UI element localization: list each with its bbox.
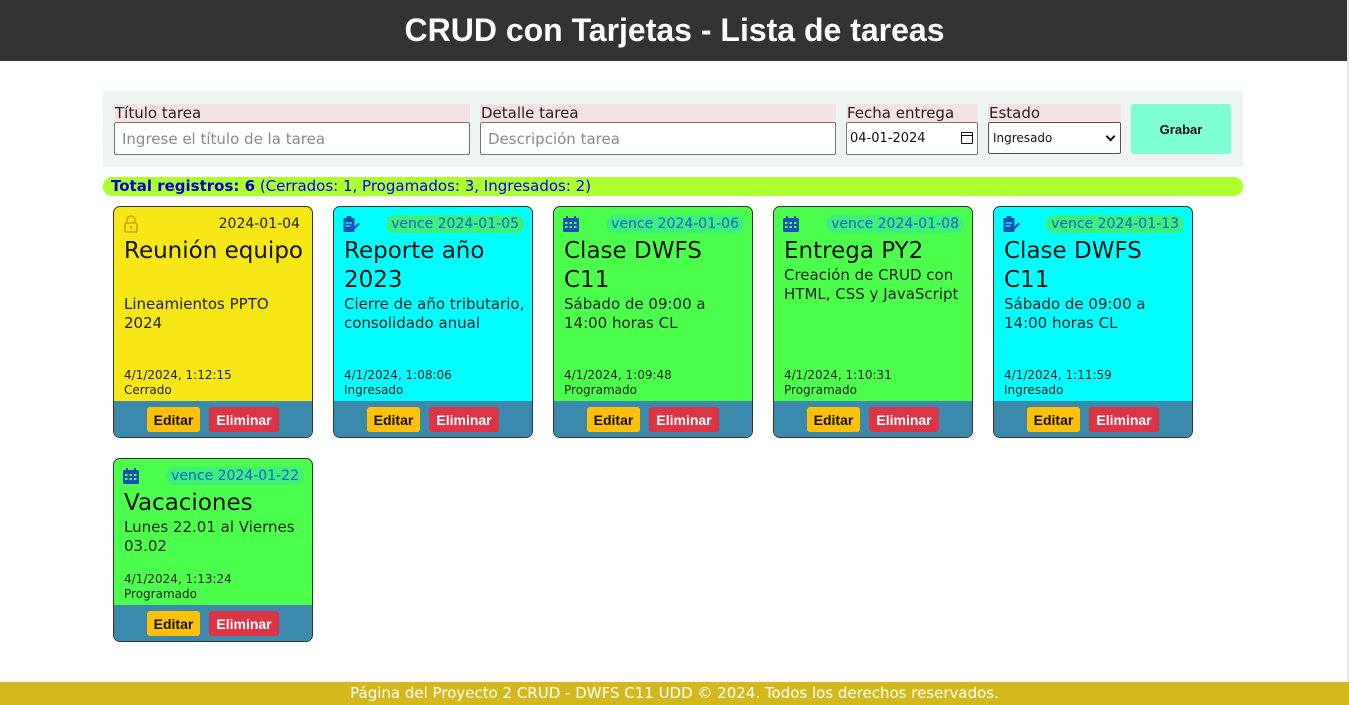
card-actions: Editar Eliminar: [774, 401, 972, 437]
status-select[interactable]: Ingresado: [988, 122, 1121, 154]
card-actions: Editar Eliminar: [554, 401, 752, 437]
clipboard-edit-icon: [1003, 216, 1020, 232]
date-label: Fecha entrega: [846, 104, 978, 122]
card-actions: Editar Eliminar: [334, 401, 532, 437]
task-title: Vacaciones: [124, 490, 253, 516]
clipboard-edit-icon: [343, 216, 360, 232]
date-value: 04-01-2024: [850, 131, 926, 146]
delete-button[interactable]: Eliminar: [209, 611, 279, 636]
task-status: Programado: [564, 383, 637, 397]
delete-button[interactable]: Eliminar: [429, 407, 499, 432]
status-field-group: Estado Ingresado: [988, 104, 1121, 154]
task-title: Reunión equipo: [124, 238, 303, 264]
card-actions: Editar Eliminar: [114, 605, 312, 641]
due-badge: vence 2024-01-22: [166, 467, 304, 485]
page-footer: Página del Proyecto 2 CRUD - DWFS C11 UD…: [0, 682, 1349, 705]
detail-input[interactable]: [480, 122, 836, 155]
total-records: Total registros: 6: [111, 177, 256, 195]
card-actions: Editar Eliminar: [114, 401, 312, 437]
task-detail: Sábado de 09:00 a 14:00 horas CL: [1004, 295, 1146, 332]
status-label: Estado: [988, 104, 1121, 122]
page-title: CRUD con Tarjetas - Lista de tareas: [404, 12, 945, 48]
due-badge: vence 2024-01-06: [606, 215, 744, 233]
title-label: Título tarea: [114, 104, 470, 122]
task-card: 2024-01-04 Reunión equipo Lineamientos P…: [113, 206, 313, 438]
task-status: Programado: [784, 383, 857, 397]
edit-button[interactable]: Editar: [587, 407, 640, 432]
task-status: Ingresado: [344, 383, 404, 397]
date-input[interactable]: 04-01-2024: [846, 122, 978, 155]
title-input[interactable]: [114, 122, 470, 155]
task-detail: Sábado de 09:00 a 14:00 horas CL: [564, 295, 706, 332]
due-badge: vence 2024-01-13: [1046, 215, 1184, 233]
delete-button[interactable]: Eliminar: [869, 407, 939, 432]
task-date: 2024-01-04: [218, 216, 300, 232]
due-badge: vence 2024-01-08: [826, 215, 964, 233]
title-field-group: Título tarea: [114, 104, 470, 155]
task-status: Cerrado: [124, 383, 172, 397]
calendar-picker-icon[interactable]: [961, 132, 973, 144]
task-status: Programado: [124, 587, 197, 601]
card-actions: Editar Eliminar: [994, 401, 1192, 437]
task-title: Clase DWFS C11: [564, 238, 702, 293]
task-timestamp: 4/1/2024, 1:13:24: [124, 572, 232, 586]
task-timestamp: 4/1/2024, 1:08:06: [344, 368, 452, 382]
task-timestamp: 4/1/2024, 1:09:48: [564, 368, 672, 382]
chevron-down-icon: [1105, 131, 1116, 142]
task-status: Ingresado: [1004, 383, 1064, 397]
task-title: Entrega PY2: [784, 238, 924, 264]
detail-field-group: Detalle tarea: [480, 104, 836, 155]
task-title: Reporte año 2023: [344, 238, 485, 293]
calendar-icon: [563, 216, 579, 232]
task-card: vence 2024-01-05 Reporte año 2023 Cierre…: [333, 206, 533, 438]
calendar-icon: [783, 216, 799, 232]
task-detail: Cierre de año tributario, consolidado an…: [344, 295, 525, 332]
task-detail: Creación de CRUD con HTML, CSS y JavaScr…: [784, 266, 959, 303]
calendar-icon: [123, 468, 139, 484]
task-detail: Lineamientos PPTO 2024: [124, 295, 269, 332]
edit-button[interactable]: Editar: [367, 407, 420, 432]
records-summary: Total registros: 6 (Cerrados: 1, Progama…: [103, 177, 1243, 196]
date-field-group: Fecha entrega 04-01-2024: [846, 104, 978, 155]
edit-button[interactable]: Editar: [147, 407, 200, 432]
task-card: vence 2024-01-08 Entrega PY2 Creación de…: [773, 206, 973, 438]
edit-button[interactable]: Editar: [807, 407, 860, 432]
task-form: Título tarea Detalle tarea Fecha entrega…: [103, 91, 1243, 167]
edit-button[interactable]: Editar: [147, 611, 200, 636]
delete-button[interactable]: Eliminar: [649, 407, 719, 432]
detail-label: Detalle tarea: [480, 104, 836, 122]
task-detail: Lunes 22.01 al Viernes 03.02: [124, 518, 295, 555]
save-button[interactable]: Grabar: [1131, 104, 1231, 154]
records-breakdown: (Cerrados: 1, Progamados: 3, Ingresados:…: [259, 177, 592, 195]
delete-button[interactable]: Eliminar: [209, 407, 279, 432]
delete-button[interactable]: Eliminar: [1089, 407, 1159, 432]
task-timestamp: 4/1/2024, 1:11:59: [1004, 368, 1112, 382]
task-card: vence 2024-01-06 Clase DWFS C11 Sábado d…: [553, 206, 753, 438]
status-selected-value: Ingresado: [993, 131, 1053, 145]
due-badge: vence 2024-01-05: [386, 215, 524, 233]
edit-button[interactable]: Editar: [1027, 407, 1080, 432]
task-timestamp: 4/1/2024, 1:10:31: [784, 368, 892, 382]
page-header: CRUD con Tarjetas - Lista de tareas: [0, 0, 1349, 61]
task-card: vence 2024-01-22 Vacaciones Lunes 22.01 …: [113, 458, 313, 642]
task-card: vence 2024-01-13 Clase DWFS C11 Sábado d…: [993, 206, 1193, 438]
task-title: Clase DWFS C11: [1004, 238, 1142, 293]
task-timestamp: 4/1/2024, 1:12:15: [124, 368, 232, 382]
lock-icon: [124, 215, 138, 233]
